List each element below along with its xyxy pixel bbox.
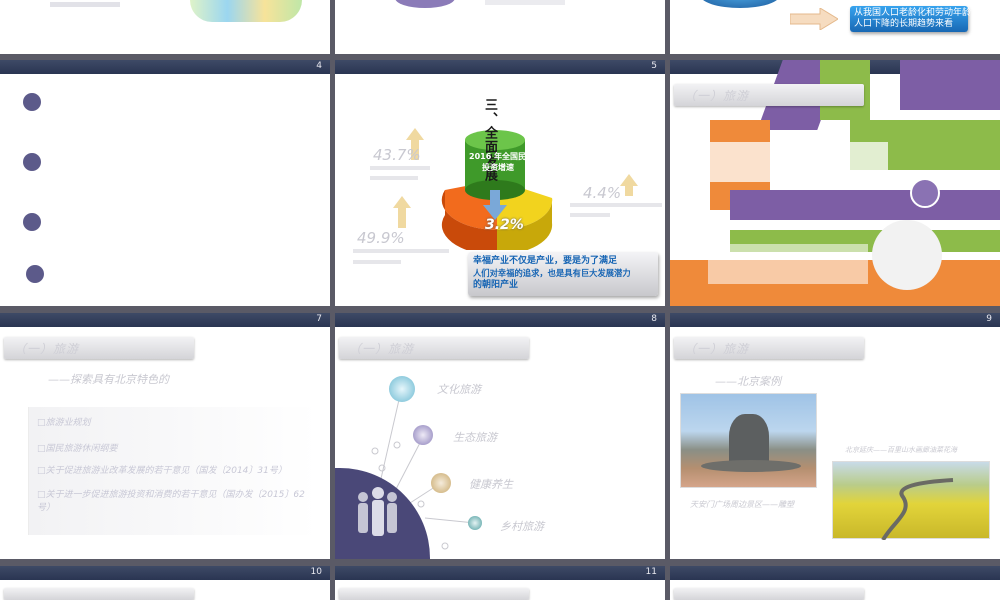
faded-text-line (570, 213, 610, 217)
policy-list-box: □旅游业规划 □国民旅游休闲纲要 □关于促进旅游业改革发展的若干意见（国发〔20… (28, 407, 318, 535)
left-bottom-value: 49.9% (357, 229, 405, 247)
slide-thumb-1[interactable] (0, 0, 330, 54)
page-number: 7 (316, 314, 322, 324)
policy-item: □关于促进旅游业改革发展的若干意见（国发〔2014〕31号） (37, 466, 287, 476)
section-header-label: （一）旅游 (684, 342, 750, 356)
subtitle: ——探索具有北京特色的 (48, 373, 169, 386)
slide-top-bar: 7 (0, 313, 330, 327)
slide-thumb-7[interactable]: 7 （一）旅游 ——探索具有北京特色的 □旅游业规划 □国民旅游休闲纲要 □关于… (0, 313, 330, 559)
purple-band (730, 190, 1000, 220)
faded-text-line (485, 0, 565, 5)
faded-text-line (353, 260, 401, 264)
section-header (674, 588, 864, 600)
slide-top-bar (670, 566, 1000, 580)
policy-item: □旅游业规划 (37, 418, 91, 428)
summary-line-1: 幸福产业不仅是产业，要是为了满足 (473, 256, 618, 266)
tourism-type-item: 生态旅游 (453, 431, 497, 444)
rapeseed-field-photo (832, 461, 990, 540)
slide-thumb-2[interactable] (335, 0, 665, 54)
faded-text-line (370, 176, 418, 180)
tourism-type-item: 文化旅游 (437, 383, 481, 396)
bubble-3 (431, 473, 451, 493)
people-silhouette-icon (358, 487, 397, 536)
section-header: （一）旅游 (674, 84, 864, 106)
blue-globe-shape (700, 0, 780, 8)
summary-box: 幸福产业不仅是产业，要是为了满足 人们对幸福的追求，也是具有巨大发展潜力 的朝阳… (468, 252, 658, 296)
tourism-type-item: 健康养生 (469, 478, 513, 491)
faded-text-line (353, 249, 449, 253)
up-arrow-icon (406, 128, 424, 140)
faded-text-line (50, 2, 120, 7)
page-number: 4 (316, 61, 322, 71)
tourism-type-item: 乡村旅游 (500, 520, 544, 533)
page-number: 11 (645, 567, 657, 577)
cylinder-label-1: 2016 年全国民间 (469, 152, 535, 161)
bullet-dot (23, 213, 41, 231)
bubble-1 (389, 376, 415, 402)
bullet-dot (26, 265, 44, 283)
summary-line-2: 人们对幸福的追求，也是具有巨大发展潜力 (473, 268, 631, 278)
callout-line-2: 人口下降的长期趋势来看 (854, 19, 954, 29)
up-arrow-icon (393, 196, 411, 208)
bubble-2 (413, 425, 433, 445)
slide-thumb-6[interactable]: 6 （一）旅游 (670, 60, 1000, 306)
up-arrow-icon (620, 174, 638, 186)
slide-top-bar: 9 (670, 313, 1000, 327)
section-header-label: （一）旅游 (684, 89, 750, 103)
slide-top-bar: 11 (335, 566, 665, 580)
slide-thumb-5[interactable]: 5 三、全面发展 2016 年全国民间 投资增速 3.2% 43.7% 49.9… (335, 60, 665, 306)
faded-text-block (698, 142, 888, 182)
section-header (339, 588, 529, 600)
up-arrow-stem (625, 186, 633, 196)
globe-icon (910, 178, 940, 208)
center-value: 3.2% (485, 217, 524, 233)
slide-thumb-10[interactable]: 10 (0, 566, 330, 600)
slide-thumb-4[interactable]: 4 (0, 60, 330, 306)
policy-item: □关于进一步促进旅游投资和消费的若干意见（国办发〔2015〕62号） (37, 490, 305, 513)
page-number: 10 (310, 567, 322, 577)
policy-item: □国民旅游休闲纲要 (37, 444, 118, 454)
cylinder-label-2: 投资增速 (482, 163, 514, 172)
road-curve (881, 478, 954, 540)
sculpture-photo (680, 393, 817, 488)
summary-line-3: 的朝阳产业 (473, 280, 519, 290)
section-header: （一）旅游 (674, 337, 864, 359)
section-header-label: （一）旅游 (14, 342, 80, 356)
fountain-basin (701, 460, 801, 472)
page-number: 9 (986, 314, 992, 324)
photo-caption-left: 天安门广场周边景区——雕塑 (690, 500, 794, 509)
left-top-value: 43.7% (373, 146, 421, 164)
subtitle: ——北京案例 (715, 375, 781, 388)
bullet-dot (23, 153, 41, 171)
white-circle (872, 220, 942, 290)
bullet-dot (23, 93, 41, 111)
purple-arc-shape (395, 0, 455, 8)
slide-thumb-11[interactable]: 11 (335, 566, 665, 600)
faded-text-line (570, 203, 662, 207)
page-number: 5 (651, 61, 657, 71)
section-header (4, 588, 194, 600)
callout-box: 从我国人口老龄化和劳动年龄 人口下降的长期趋势来看 (850, 6, 972, 32)
slide-thumb-9[interactable]: 9 （一）旅游 ——北京案例 天安门广场周边景区——雕塑 北京延庆——百里山水画… (670, 313, 1000, 559)
photo-caption-right: 北京延庆——百里山水画廊油菜花海 (845, 446, 957, 454)
faded-text-block (708, 244, 868, 284)
section-header: （一）旅游 (4, 337, 194, 359)
bubble-4 (468, 516, 482, 530)
purple-band (900, 60, 1000, 110)
slide-thumb-8[interactable]: 8 （一）旅游 文化旅游 生态旅游 健康养生 乡村旅游 (335, 313, 665, 559)
callout-line-1: 从我国人口老龄化和劳动年龄 (854, 8, 972, 18)
slide-thumb-12[interactable] (670, 566, 1000, 600)
slide-top-bar: 10 (0, 566, 330, 580)
up-arrow-stem (398, 208, 406, 228)
right-value: 4.4% (583, 184, 622, 202)
slide-thumb-3[interactable]: 从我国人口老龄化和劳动年龄 人口下降的长期趋势来看 (670, 0, 1000, 54)
slide-top-bar: 5 (335, 60, 665, 74)
faded-text-line (370, 166, 430, 170)
people-illustration (190, 0, 302, 22)
slide-top-bar: 4 (0, 60, 330, 74)
right-arrow-icon (790, 8, 838, 30)
